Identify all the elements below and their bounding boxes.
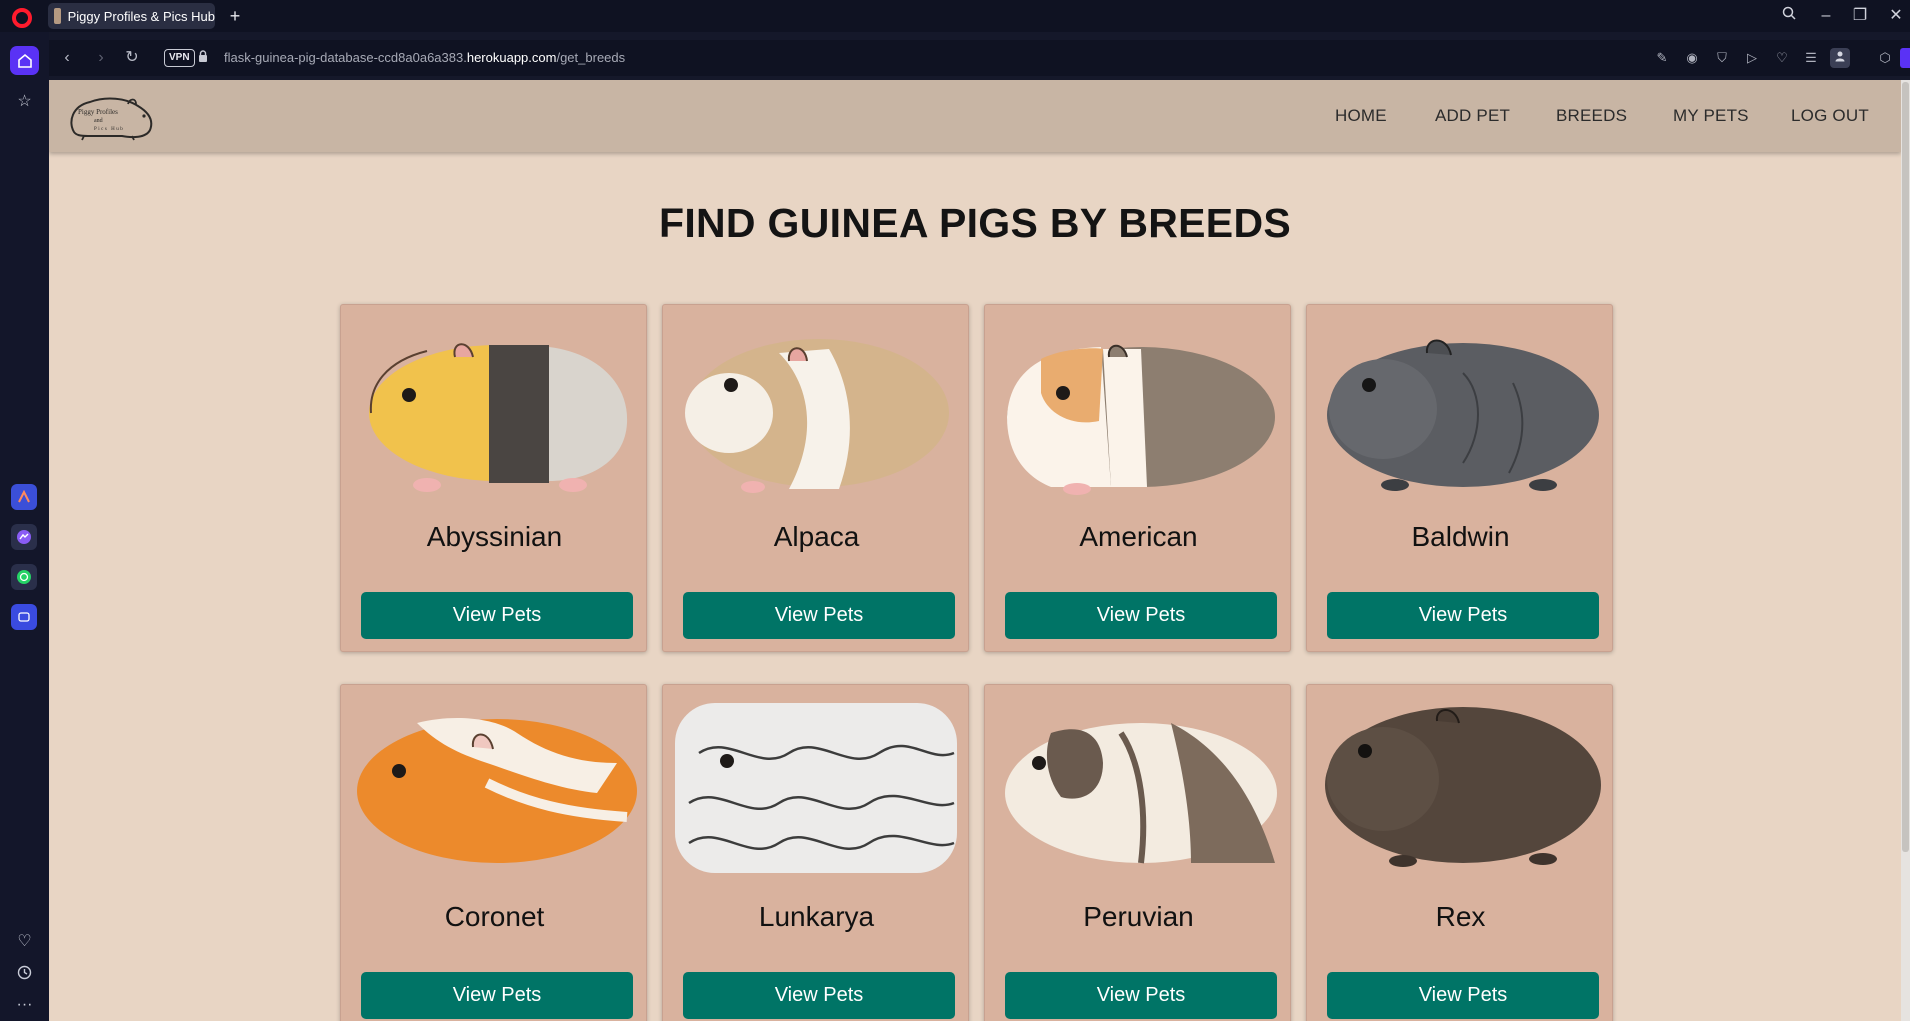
snapshot-camera-icon[interactable]: ◉: [1682, 48, 1702, 68]
breed-name: Alpaca: [773, 521, 860, 552]
breed-card-coronet: Coronet View Pets: [340, 684, 647, 1021]
whatsapp-icon[interactable]: [11, 564, 37, 590]
breed-name: Lunkarya: [758, 901, 875, 932]
view-pets-button-lunkarya[interactable]: View Pets: [683, 972, 955, 1019]
breed-card-lunkarya: Lunkarya View Pets: [662, 684, 969, 1021]
svg-text:Pics Hub: Pics Hub: [94, 127, 124, 132]
easy-setup-icon[interactable]: ☰: [1801, 48, 1821, 68]
breed-card-baldwin: Baldwin View Pets: [1306, 304, 1613, 652]
abyssinian-guinea-pig-illustration: [369, 343, 628, 492]
breed-name: Abyssinian: [426, 521, 563, 552]
minimize-icon[interactable]: –: [1814, 5, 1838, 27]
messenger-icon[interactable]: [11, 524, 37, 550]
vpn-badge[interactable]: VPN: [164, 49, 195, 67]
music-player-icon[interactable]: [11, 604, 37, 630]
home-icon[interactable]: [10, 46, 39, 75]
breed-name: Coronet: [444, 901, 545, 932]
svg-text:Piggy Profiles: Piggy Profiles: [78, 108, 118, 116]
address-bar-row: ‹ › ↻ VPN flask-guinea-pig-database-ccd8…: [49, 40, 1910, 76]
close-window-icon[interactable]: ✕: [1884, 5, 1908, 27]
view-pets-button-rex[interactable]: View Pets: [1327, 972, 1599, 1019]
baldwin-guinea-pig-illustration: [1327, 339, 1599, 491]
player-icon[interactable]: ▷: [1742, 48, 1762, 68]
tab-title: Piggy Profiles & Pics Hub: [67, 8, 215, 24]
history-clock-icon[interactable]: [10, 958, 39, 987]
nav-my-pets[interactable]: MY PETS: [1673, 106, 1749, 126]
adblock-shield-icon[interactable]: ⛉: [1712, 48, 1732, 68]
edit-page-icon[interactable]: ✎: [1652, 48, 1672, 68]
favorites-heart-icon[interactable]: ♡: [10, 926, 39, 955]
view-pets-button-peruvian[interactable]: View Pets: [1005, 972, 1277, 1019]
breed-card-peruvian: Peruvian View Pets: [984, 684, 1291, 1021]
sidebar-toggle-icon[interactable]: [1900, 48, 1910, 68]
bookmark-heart-icon[interactable]: ♡: [1772, 48, 1792, 68]
pinboard-star-icon[interactable]: ☆: [10, 86, 39, 115]
breed-name: Baldwin: [1411, 521, 1510, 552]
forward-icon[interactable]: ›: [90, 47, 112, 69]
rex-guinea-pig-illustration: [1325, 707, 1601, 867]
view-pets-button-alpaca[interactable]: View Pets: [683, 592, 955, 639]
browser-titlebar: Piggy Profiles & Pics Hub + – ❐ ✕: [0, 0, 1910, 32]
nav-breeds[interactable]: BREEDS: [1556, 106, 1627, 126]
breed-name: Peruvian: [1083, 901, 1194, 932]
opera-logo-icon[interactable]: [12, 8, 32, 28]
breed-name: Rex: [1435, 901, 1486, 932]
nav-home[interactable]: HOME: [1335, 106, 1387, 126]
breed-card-rex: Rex View Pets: [1306, 684, 1613, 1021]
page-viewport: Piggy Profiles and Pics Hub HOME ADD PET…: [49, 80, 1901, 1021]
nav-log-out[interactable]: LOG OUT: [1791, 106, 1869, 126]
reload-icon[interactable]: ↻: [121, 47, 143, 69]
search-tabs-icon[interactable]: [1777, 5, 1801, 27]
breed-card-american: American View Pets: [984, 304, 1291, 652]
lunkarya-guinea-pig-illustration: [675, 703, 957, 873]
view-pets-button-abyssinian[interactable]: View Pets: [361, 592, 633, 639]
breed-name: American: [1079, 521, 1198, 552]
page-title: FIND GUINEA PIGS BY BREEDS: [658, 200, 1291, 246]
view-pets-button-coronet[interactable]: View Pets: [361, 972, 633, 1019]
profile-icon[interactable]: [1830, 48, 1850, 68]
page-scrollbar[interactable]: [1901, 80, 1910, 1021]
restore-icon[interactable]: ❐: [1848, 5, 1872, 27]
lock-icon: [199, 50, 207, 62]
coronet-guinea-pig-illustration: [357, 718, 637, 863]
extensions-cube-icon[interactable]: ⬡: [1875, 48, 1895, 68]
back-icon[interactable]: ‹: [56, 47, 78, 69]
alpaca-guinea-pig-illustration: [685, 339, 949, 493]
american-guinea-pig-illustration: [1007, 344, 1275, 495]
more-options-icon[interactable]: ···: [10, 990, 39, 1019]
site-header: Piggy Profiles and Pics Hub HOME ADD PET…: [49, 80, 1901, 152]
breed-card-alpaca: Alpaca View Pets: [662, 304, 969, 652]
aria-app-icon[interactable]: [11, 484, 37, 510]
new-tab-plus-icon[interactable]: +: [225, 6, 245, 26]
view-pets-button-american[interactable]: View Pets: [1005, 592, 1277, 639]
view-pets-button-baldwin[interactable]: View Pets: [1327, 592, 1599, 639]
logo-guinea-pig-icon[interactable]: Piggy Profiles and Pics Hub: [66, 92, 156, 142]
breed-card-abyssinian: Abyssinian View Pets: [340, 304, 647, 652]
browser-sidebar: ☆ ♡ ···: [0, 32, 49, 1021]
tab-favicon-icon: [54, 8, 61, 24]
url-field[interactable]: flask-guinea-pig-database-ccd8a0a6a383.h…: [224, 49, 625, 67]
browser-tab-active[interactable]: Piggy Profiles & Pics Hub: [48, 3, 215, 29]
peruvian-guinea-pig-illustration: [1005, 723, 1277, 864]
scrollbar-thumb[interactable]: [1902, 82, 1909, 852]
svg-text:and: and: [94, 118, 103, 124]
nav-add-pet[interactable]: ADD PET: [1435, 106, 1510, 126]
